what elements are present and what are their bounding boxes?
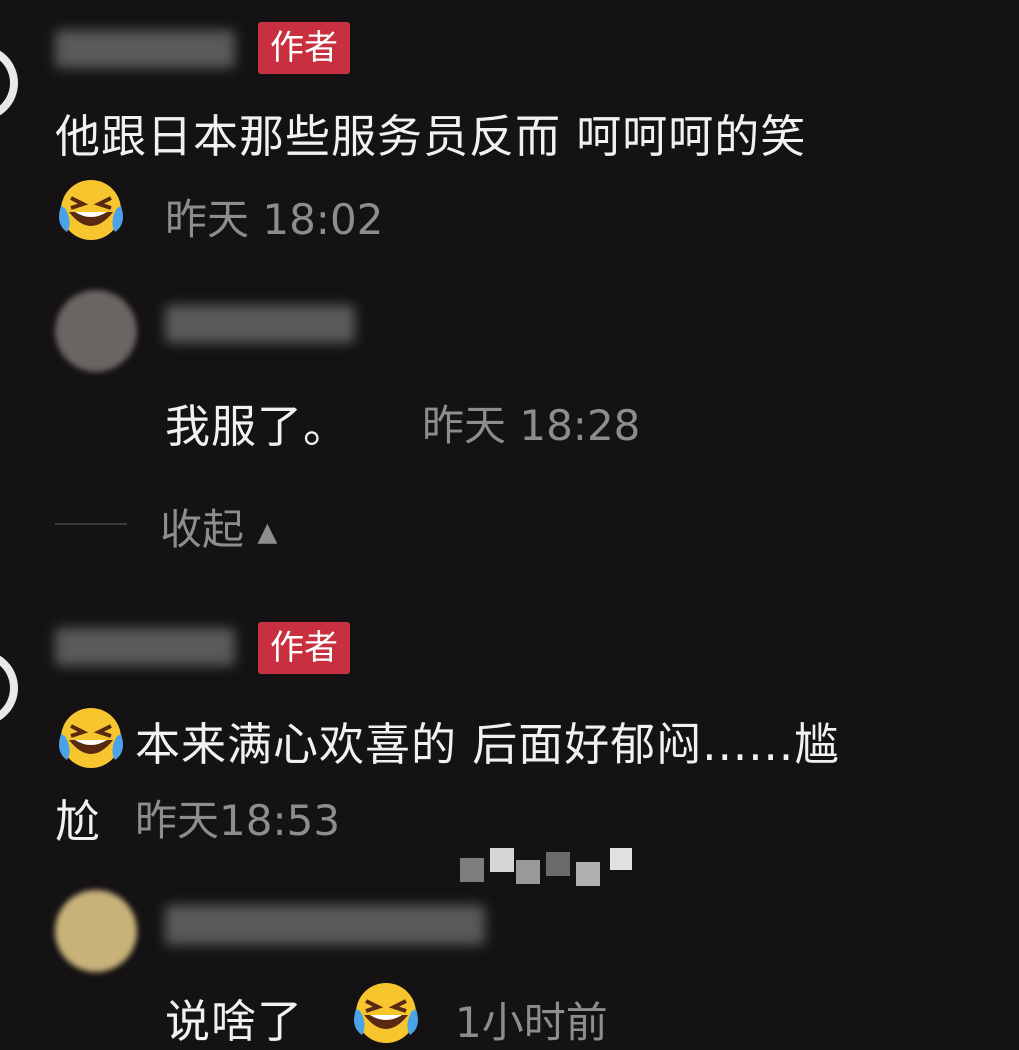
laughing-crying-emoji-icon (55, 172, 127, 244)
triangle-up-icon: ▲ (257, 517, 278, 548)
collapse-divider (55, 523, 127, 525)
author-badge: 作者 (258, 22, 350, 74)
username-blurred[interactable] (55, 30, 235, 68)
username-blurred[interactable] (55, 628, 235, 666)
laughing-crying-emoji-icon (350, 975, 422, 1047)
comment-timestamp: 昨天 18:02 (165, 195, 384, 244)
comment-item: 作者 本来满心欢喜的 后面好郁闷......尴 尬 昨天18:53 (0, 600, 1019, 860)
reply-item: 说啥了 1小时前 (0, 885, 1019, 1048)
comment-text-line2: 尬 (55, 795, 102, 848)
comment-timestamp: 昨天18:53 (135, 796, 341, 845)
author-badge: 作者 (258, 622, 350, 674)
pixelated-sticker (460, 848, 640, 888)
collapse-label: 收起 (160, 505, 245, 554)
reply-text: 说啥了 (165, 995, 304, 1048)
avatar[interactable] (55, 890, 137, 972)
collapse-button[interactable]: 收起 ▲ (160, 496, 277, 557)
laughing-crying-emoji-icon (55, 700, 127, 772)
comment-text: 他跟日本那些服务员反而 呵呵呵的笑 (55, 110, 807, 163)
reply-timestamp: 昨天 18:28 (422, 401, 641, 450)
username-blurred[interactable] (165, 905, 485, 945)
reply-item: 我服了。 昨天 18:28 (0, 280, 1019, 480)
avatar[interactable] (55, 290, 137, 372)
comment-item: 作者 他跟日本那些服务员反而 呵呵呵的笑 昨天 18:02 (0, 0, 1019, 260)
username-blurred[interactable] (165, 305, 355, 343)
reply-text: 我服了。 (165, 400, 350, 453)
reply-timestamp: 1小时前 (455, 998, 608, 1047)
comment-text-line1: 本来满心欢喜的 后面好郁闷......尴 (135, 718, 841, 771)
